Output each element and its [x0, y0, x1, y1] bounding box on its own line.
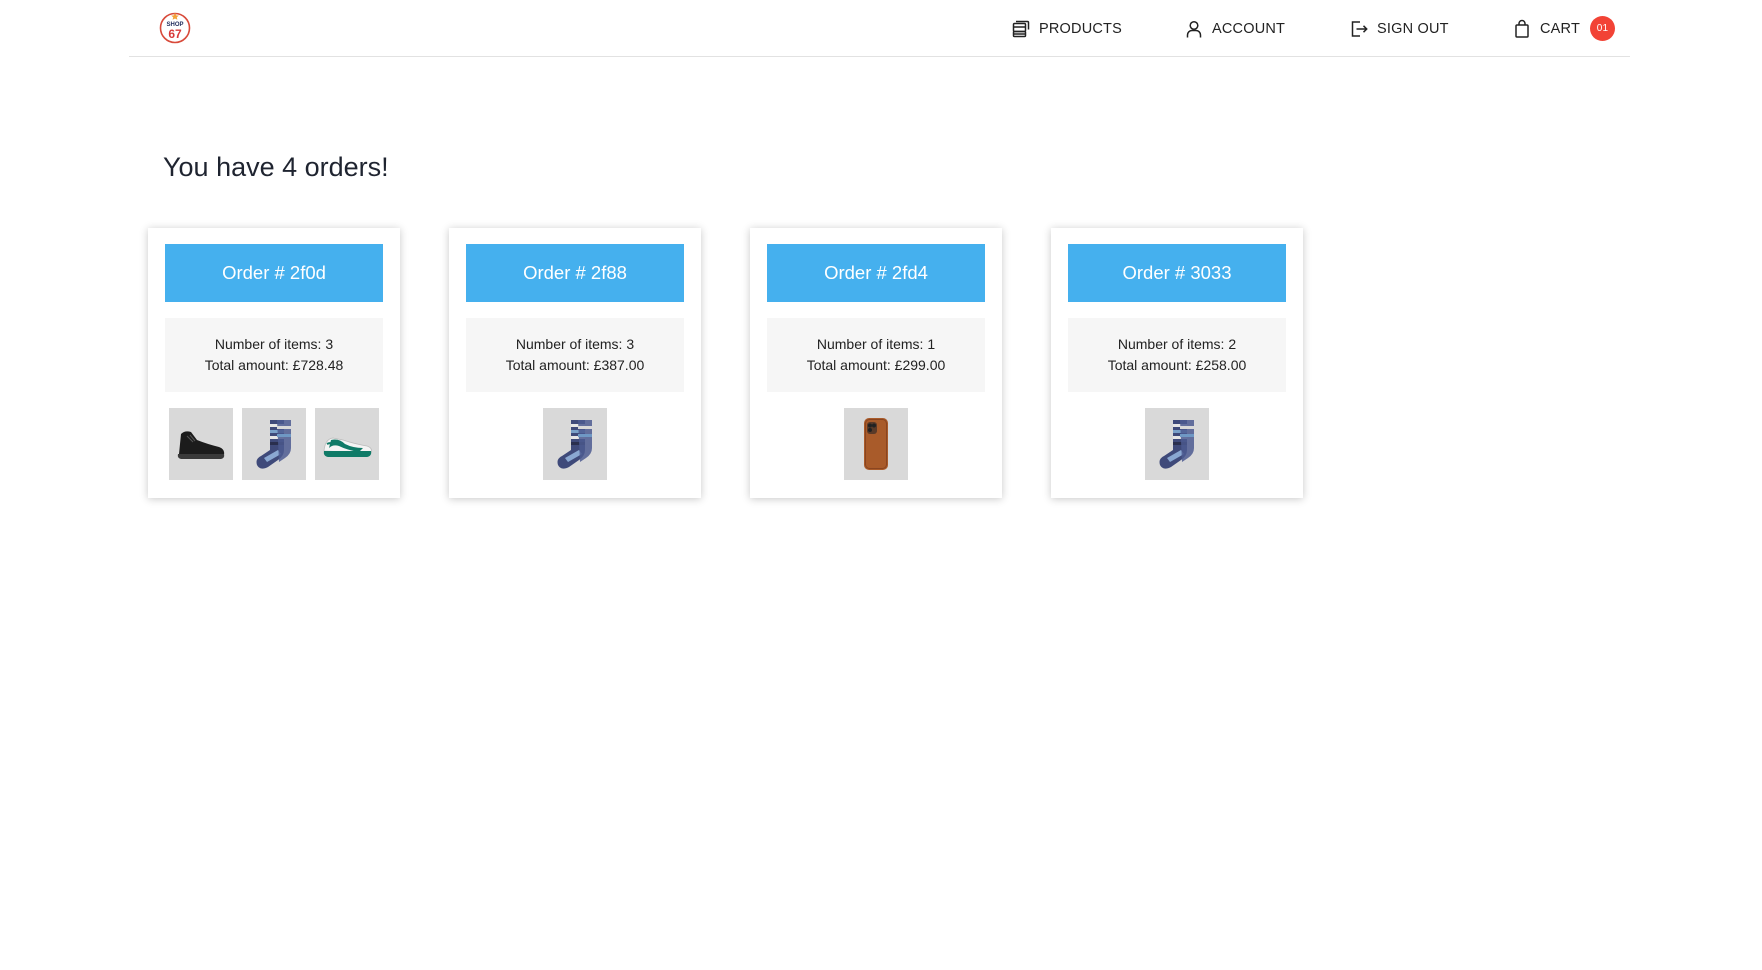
product-thumbnail[interactable] — [169, 408, 233, 480]
user-icon — [1186, 20, 1202, 37]
order-total-amount: Total amount: £387.00 — [505, 357, 645, 373]
shop67-logo-icon: SHOP 67 — [159, 12, 191, 44]
order-product-thumbnails — [165, 408, 383, 480]
orders-page: SHOP 67 PRODUCTS ACCOUNT SIGN OUT CART 0… — [0, 0, 1762, 970]
nav-sign-out-label: SIGN OUT — [1377, 20, 1449, 37]
order-item-count: Number of items: 3 — [214, 336, 334, 352]
order-summary: Number of items: 1 Total amount: £299.00 — [767, 318, 985, 392]
order-product-thumbnails — [466, 408, 684, 480]
product-thumbnail[interactable] — [1145, 408, 1209, 480]
products-stack-icon — [1012, 20, 1030, 37]
shop-logo[interactable]: SHOP 67 — [159, 12, 191, 44]
logo-text-bottom: 67 — [168, 27, 182, 41]
product-thumbnail[interactable] — [315, 408, 379, 480]
order-total-amount: Total amount: £728.48 — [204, 357, 344, 373]
leather-phone-case-icon — [864, 418, 888, 470]
black-sneaker-icon — [177, 431, 225, 459]
order-product-thumbnails — [1068, 408, 1286, 480]
order-item-count: Number of items: 2 — [1117, 336, 1237, 352]
nav-sign-out[interactable]: SIGN OUT — [1349, 0, 1449, 57]
order-card: Order # 2f88 Number of items: 3 Total am… — [449, 228, 701, 498]
striped-socks-icon — [557, 420, 592, 469]
top-navbar: SHOP 67 PRODUCTS ACCOUNT SIGN OUT CART 0… — [129, 0, 1630, 57]
nav-products-label: PRODUCTS — [1039, 20, 1122, 37]
sign-out-icon — [1351, 20, 1368, 37]
product-thumbnail[interactable] — [543, 408, 607, 480]
striped-socks-icon — [1159, 420, 1194, 469]
page-title: You have 4 orders! — [163, 152, 389, 182]
order-item-count: Number of items: 1 — [816, 336, 936, 352]
order-product-thumbnails — [767, 408, 985, 480]
nav-products[interactable]: PRODUCTS — [1011, 0, 1122, 57]
order-title-button[interactable]: Order # 2fd4 — [767, 244, 985, 302]
order-card: Order # 3033 Number of items: 2 Total am… — [1051, 228, 1303, 498]
nav-cart-label: CART — [1540, 20, 1581, 37]
shopping-bag-icon — [1515, 19, 1529, 38]
order-total-amount: Total amount: £258.00 — [1107, 357, 1247, 373]
order-summary: Number of items: 3 Total amount: £387.00 — [466, 318, 684, 392]
order-title-button[interactable]: Order # 2f0d — [165, 244, 383, 302]
order-title-button[interactable]: Order # 3033 — [1068, 244, 1286, 302]
striped-socks-icon — [256, 420, 291, 469]
product-thumbnail[interactable] — [844, 408, 908, 480]
nav-account[interactable]: ACCOUNT — [1184, 0, 1285, 57]
green-white-sneaker-icon — [323, 437, 372, 457]
order-summary: Number of items: 2 Total amount: £258.00 — [1068, 318, 1286, 392]
order-card: Order # 2fd4 Number of items: 1 Total am… — [750, 228, 1002, 498]
order-item-count: Number of items: 3 — [515, 336, 635, 352]
cart-count-badge: 01 — [1590, 16, 1616, 41]
order-total-amount: Total amount: £299.00 — [806, 357, 946, 373]
product-thumbnail[interactable] — [242, 408, 306, 480]
order-summary: Number of items: 3 Total amount: £728.48 — [165, 318, 383, 392]
order-card: Order # 2f0d Number of items: 3 Total am… — [148, 228, 400, 498]
order-title-button[interactable]: Order # 2f88 — [466, 244, 684, 302]
nav-account-label: ACCOUNT — [1212, 20, 1286, 37]
orders-grid: Order # 2f0d Number of items: 3 Total am… — [148, 228, 1303, 498]
nav-cart[interactable]: CART 01 — [1512, 0, 1616, 57]
